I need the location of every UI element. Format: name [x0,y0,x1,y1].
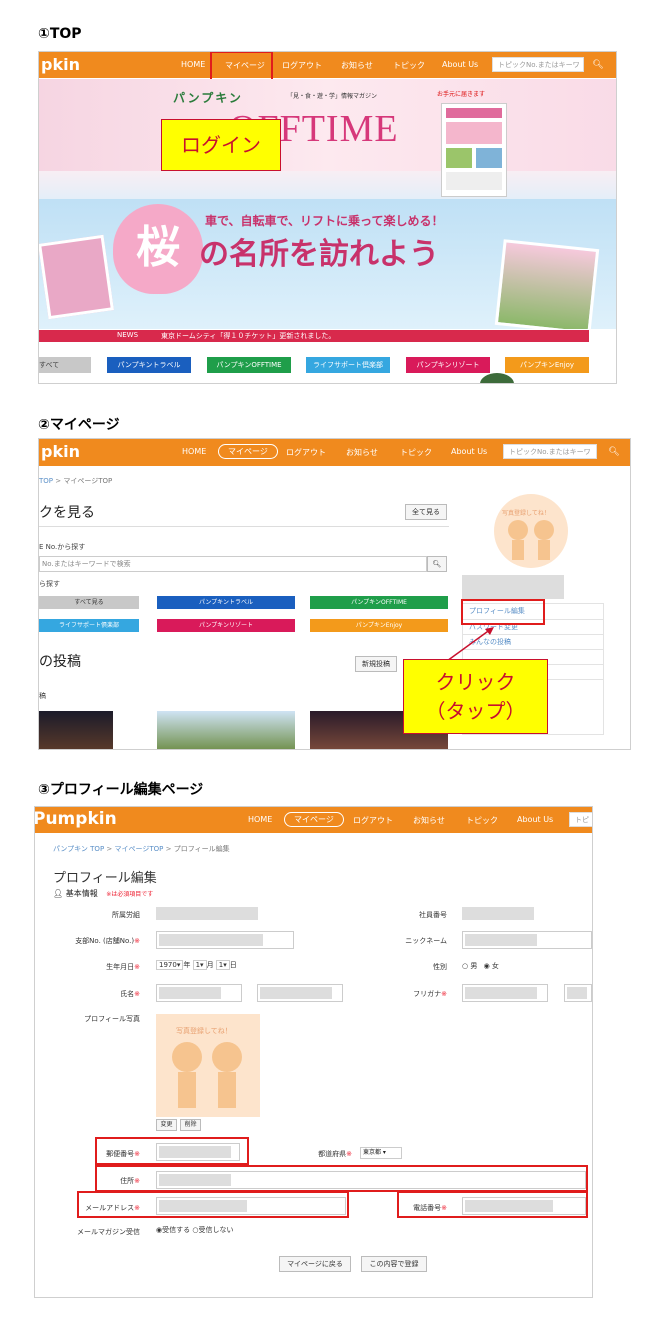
label-pref: 都道府県※ [318,1150,352,1158]
profile-screenshot: Pumpkin HOME マイページ ログアウト お知らせ トピック About… [34,806,593,1298]
nav-home[interactable]: HOME [181,60,205,69]
label-birth: 生年月日※ [106,963,140,971]
label-branch: 支部No. (店舗No.)※ [75,937,140,945]
photo-delete-button[interactable]: 削除 [180,1119,201,1131]
radio-female[interactable]: ◉ [484,962,490,970]
magazine-cover [441,103,507,197]
page-title: プロフィール編集 [53,871,157,886]
input-firstname[interactable] [257,984,343,1002]
logo[interactable]: pkin [41,55,80,74]
required-note: ※は必須項目です [106,891,154,898]
highlight-tel [397,1191,588,1218]
top-screenshot: pkin HOME マイページ ログアウト お知らせ トピック About Us… [38,51,617,384]
gender-radio-group: ○ 男 ◉ 女 [462,962,499,970]
nav-news[interactable]: お知らせ [413,815,445,826]
photo-right [494,239,600,329]
mascot-peek [480,373,514,383]
nav-about[interactable]: About Us [442,60,478,69]
radio-male[interactable]: ○ [462,962,468,970]
category-resort[interactable]: パンプキンリゾート [406,357,490,373]
label-empno: 社員番号 [419,911,447,919]
banner-main: の名所を訪れよう [199,237,439,272]
category-all[interactable]: すべて [39,357,91,373]
highlight-mypage [210,52,273,81]
hero-banner[interactable]: パンプキン 「見・食・遊・学」情報マガジン OFFTIME お手元に届きます 桜… [39,79,616,329]
top-navbar: pkin HOME マイページ ログアウト お知らせ トピック About Us… [39,52,616,78]
news-bar: NEWS 東京ドームシティ「得１０チケット」更新されました。 [39,330,589,342]
logo[interactable]: Pumpkin [35,809,117,829]
nav-logout[interactable]: ログアウト [353,815,393,826]
value-empno [462,907,534,920]
label-dept: 所属労組 [112,911,140,919]
search-input[interactable]: トピックNo.またはキーワ [492,57,584,72]
pref-select[interactable]: 東京都 ▾ [360,1147,402,1159]
news-text[interactable]: 東京ドームシティ「得１０チケット」更新されました。 [161,331,335,341]
user-icon: 👤︎ [53,889,64,898]
back-to-mypage-button[interactable]: マイページに戻る [279,1256,351,1272]
search-icon[interactable]: 🔍︎ [590,57,606,73]
label-photo: プロフィール写真 [84,1015,140,1023]
callout-login: ログイン [161,119,281,171]
photo-change-button[interactable]: 変更 [156,1119,177,1131]
nav-about[interactable]: About Us [517,815,553,824]
mypage-screenshot: pkin HOME マイページ ログアウト お知らせ トピック About Us… [38,438,631,750]
nav-mypage-active[interactable]: マイページ [284,812,344,827]
label-kana: フリガナ※ [413,990,447,998]
highlight-mail [77,1191,349,1218]
banner-sakura: 桜 [136,223,180,272]
highlight-zip [95,1137,249,1165]
news-label: NEWS [117,331,139,339]
callout-click: クリック （タップ） [403,659,548,734]
nav-topic[interactable]: トピック [466,815,498,826]
input-kana-first[interactable] [564,984,592,1002]
input-branch[interactable] [156,931,294,949]
section-title-profile: ③プロフィール編集ページ [38,782,204,798]
label-magazine: メールマガジン受信 [77,1228,140,1236]
breadcrumb: パンプキン TOP > マイページTOP > プロフィール編集 [53,845,230,853]
banner-brand: パンプキン [173,91,243,105]
category-enjoy[interactable]: パンプキンEnjoy [505,357,589,373]
birth-select-group: 1970▾ 年 1▾ 月 1▾ 日 [156,960,237,970]
crumb-current: プロフィール編集 [173,845,230,853]
input-nick[interactable] [462,931,592,949]
crumb-top[interactable]: パンプキン TOP [53,845,104,853]
nav-topic[interactable]: トピック [393,60,425,71]
label-nick: ニックネーム [405,937,447,945]
birth-month-select[interactable]: 1▾ [192,960,207,970]
value-dept [156,907,258,920]
profile-photo: 写真登録してね！ [156,1014,260,1117]
nav-home[interactable]: HOME [248,815,272,824]
highlight-addr [95,1165,588,1192]
submit-button[interactable]: この内容で登録 [361,1256,427,1272]
nav-logout[interactable]: ログアウト [282,60,322,71]
label-gender: 性別 [433,963,447,971]
photo-left [39,234,114,320]
birth-day-select[interactable]: 1▾ [215,960,230,970]
section-basic: 👤︎ 基本情報 ※は必須項目です [53,889,154,898]
search-input[interactable]: トピ [569,812,592,827]
banner-hand: お手元に届きます [437,91,486,98]
banner-tagline: 「見・食・遊・学」情報マガジン [287,93,378,100]
input-lastname[interactable] [156,984,242,1002]
category-offtime[interactable]: パンプキンOFFTIME [207,357,291,373]
profile-navbar: Pumpkin HOME マイページ ログアウト お知らせ トピック About… [35,807,592,833]
banner-headline: 車で、自転車で、リフトに乗って楽しめる！ [205,214,444,228]
birth-year-select[interactable]: 1970▾ [156,960,184,970]
category-lifesupport[interactable]: ライフサポート倶楽部 [306,357,390,373]
category-travel[interactable]: パンプキントラベル [107,357,191,373]
label-name: 氏名※ [120,990,140,998]
crumb-mypage[interactable]: マイページTOP [115,845,164,853]
section-title-mypage: ②マイページ [38,417,120,433]
nav-news[interactable]: お知らせ [341,60,373,71]
magazine-radio-group: ◉受信する ○受信しない [156,1226,234,1234]
section-title-top: ①TOP [38,26,82,42]
input-kana-last[interactable] [462,984,548,1002]
